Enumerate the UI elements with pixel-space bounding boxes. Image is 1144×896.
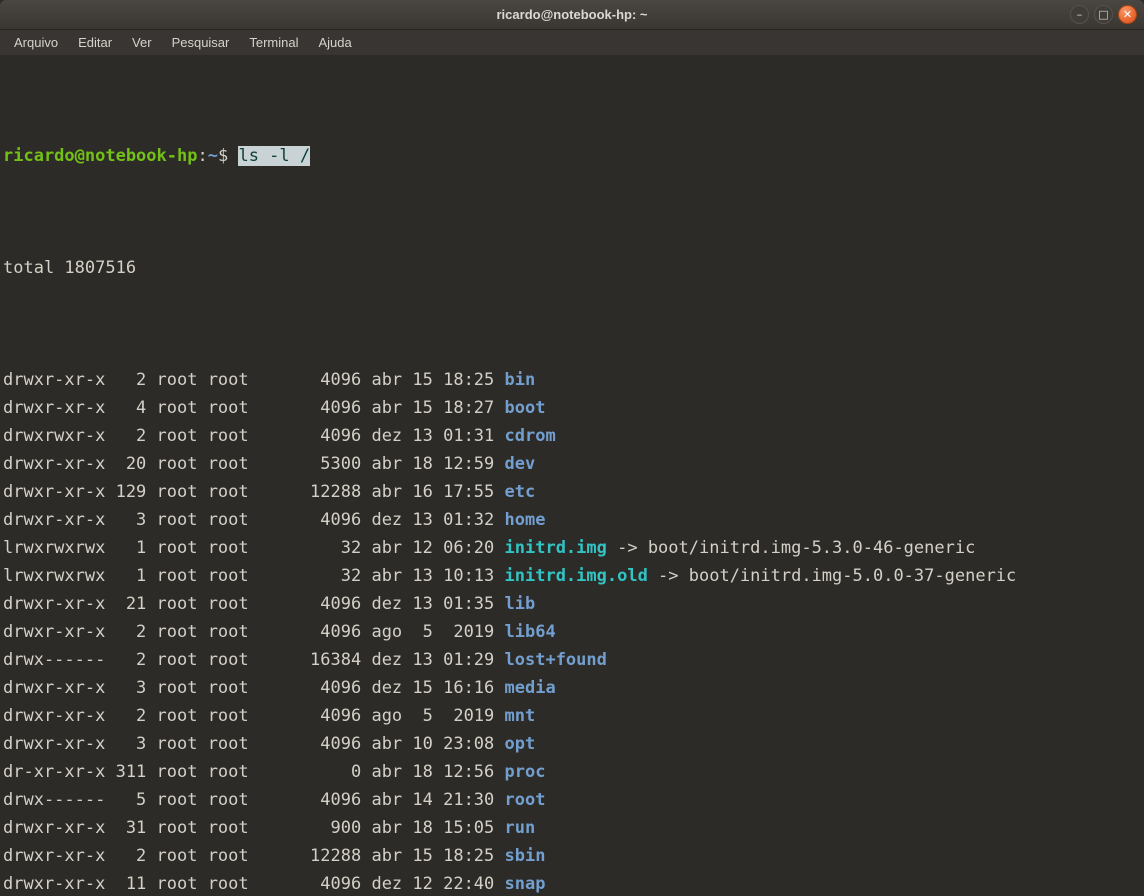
file-row-bin: drwxr-xr-x 2 root root 4096 abr 15 18:25… [3,370,536,390]
file-name: initrd.img [504,538,607,558]
file-name: media [504,678,556,698]
command-text: ls -l / [238,146,311,166]
file-row-initrd.img: lrwxrwxrwx 1 root root 32 abr 12 06:20 i… [3,538,976,558]
total-line: total 1807516 [3,258,137,278]
file-row-cdrom: drwxrwxr-x 2 root root 4096 dez 13 01:31… [3,426,556,446]
file-name: boot [504,398,546,418]
file-name: opt [504,734,536,754]
file-row-home: drwxr-xr-x 3 root root 4096 dez 13 01:32… [3,510,546,530]
file-row-run: drwxr-xr-x 31 root root 900 abr 18 15:05… [3,818,536,838]
menu-item-ajuda[interactable]: Ajuda [309,32,362,53]
file-name: initrd.img.old [504,566,648,586]
file-row-lib: drwxr-xr-x 21 root root 4096 dez 13 01:3… [3,594,536,614]
file-name: lib [504,594,536,614]
close-button[interactable]: ✕ [1118,5,1137,24]
minimize-button[interactable]: – [1070,5,1089,24]
menu-bar: Arquivo Editar Ver Pesquisar Terminal Ajuda [0,30,1144,55]
terminal-window: ricardo@notebook-hp: ~ – □ ✕ Arquivo Edit… [0,0,1144,896]
command-line: ricardo@notebook-hp:~$ ls -l / [3,142,1144,170]
menu-item-arquivo[interactable]: Arquivo [4,32,68,53]
file-row-opt: drwxr-xr-x 3 root root 4096 abr 10 23:08… [3,734,536,754]
file-row-snap: drwxr-xr-x 11 root root 4096 dez 12 22:4… [3,874,546,894]
file-name: mnt [504,706,536,726]
file-row-sbin: drwxr-xr-x 2 root root 12288 abr 15 18:2… [3,846,546,866]
file-name: root [504,790,546,810]
file-name: etc [504,482,536,502]
file-row-dev: drwxr-xr-x 20 root root 5300 abr 18 12:5… [3,454,536,474]
file-row-initrd.img.old: lrwxrwxrwx 1 root root 32 abr 13 10:13 i… [3,566,1017,586]
file-name: lost+found [504,650,607,670]
file-name: run [504,818,536,838]
file-row-proc: dr-xr-xr-x 311 root root 0 abr 18 12:56 … [3,762,546,782]
menu-item-terminal[interactable]: Terminal [239,32,308,53]
file-name: snap [504,874,546,894]
window-controls: – □ ✕ [1070,5,1144,24]
file-name: lib64 [504,622,556,642]
file-row-root: drwx------ 5 root root 4096 abr 14 21:30… [3,790,546,810]
file-row-lib64: drwxr-xr-x 2 root root 4096 ago 5 2019 l… [3,622,556,642]
prompt-symbol: $ [217,146,239,166]
file-name: sbin [504,846,546,866]
file-row-lost+found: drwx------ 2 root root 16384 dez 13 01:2… [3,650,607,670]
file-name: bin [504,370,536,390]
menu-item-ver[interactable]: Ver [122,32,162,53]
file-name: proc [504,762,546,782]
menu-item-pesquisar[interactable]: Pesquisar [162,32,240,53]
prompt-colon: : [197,146,208,166]
file-name: home [504,510,546,530]
titlebar: ricardo@notebook-hp: ~ – □ ✕ [0,0,1144,30]
file-row-etc: drwxr-xr-x 129 root root 12288 abr 16 17… [3,482,536,502]
terminal-screen[interactable]: ricardo@notebook-hp:~$ ls -l / total 180… [0,55,1144,896]
prompt-path: ~ [207,146,218,166]
file-row-boot: drwxr-xr-x 4 root root 4096 abr 15 18:27… [3,398,546,418]
prompt-user-host: ricardo@notebook-hp [3,146,198,166]
file-row-media: drwxr-xr-x 3 root root 4096 dez 15 16:16… [3,678,556,698]
maximize-button[interactable]: □ [1094,5,1113,24]
file-name: cdrom [504,426,556,446]
file-row-mnt: drwxr-xr-x 2 root root 4096 ago 5 2019 m… [3,706,536,726]
window-title: ricardo@notebook-hp: ~ [496,7,648,22]
menu-item-editar[interactable]: Editar [68,32,122,53]
file-name: dev [504,454,536,474]
file-listing: drwxr-xr-x 2 root root 4096 abr 15 18:25… [3,366,1144,896]
